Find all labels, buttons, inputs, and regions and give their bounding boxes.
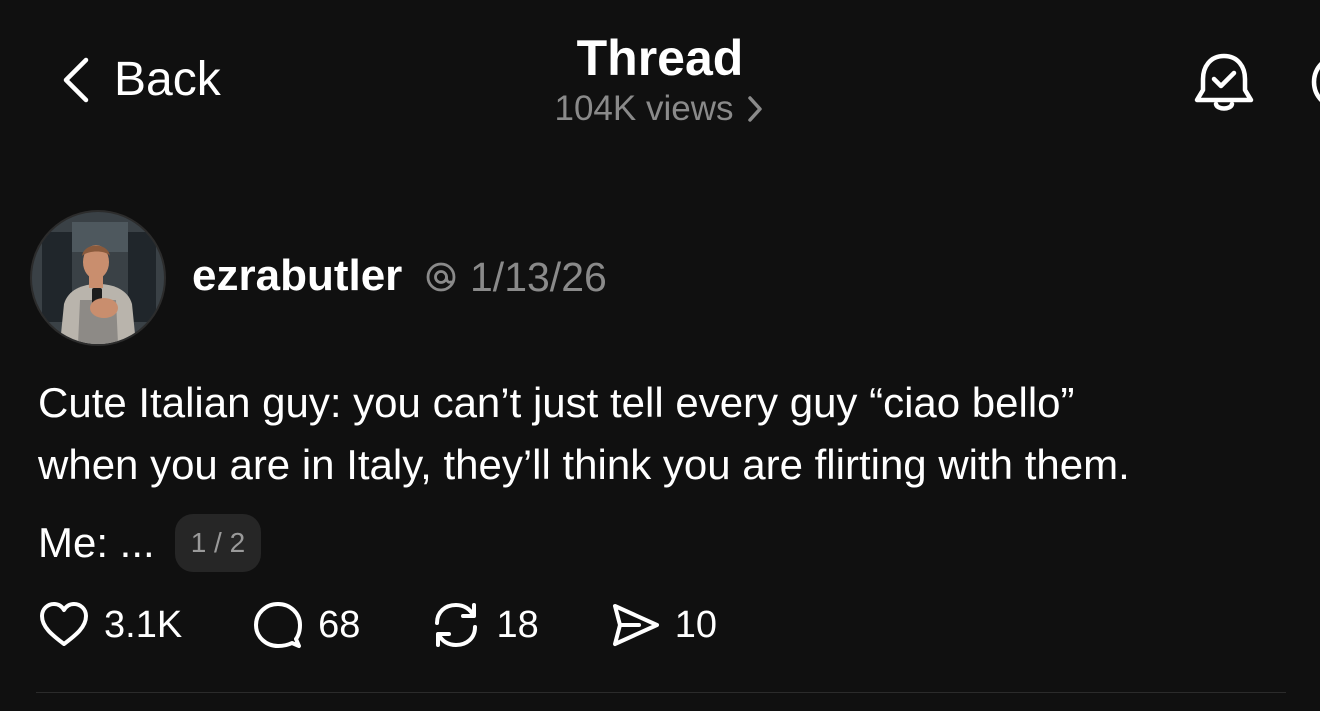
- more-options-button[interactable]: [1306, 48, 1320, 116]
- share-button[interactable]: 10: [609, 599, 717, 651]
- avatar-photo: [32, 212, 164, 344]
- post-text-last-line: Me: ... 1 / 2: [38, 512, 262, 574]
- post-text-line: Cute Italian guy: you can’t just tell ev…: [38, 379, 1075, 426]
- page-title: Thread: [576, 30, 744, 86]
- threads-logo-icon: [424, 260, 458, 294]
- thread-page-indicator[interactable]: 1 / 2: [174, 514, 262, 572]
- post-text: Cute Italian guy: you can’t just tell ev…: [38, 372, 1288, 496]
- like-button[interactable]: 3.1K: [38, 599, 182, 651]
- more-circle-icon: [1311, 62, 1320, 102]
- like-count: 3.1K: [104, 604, 183, 646]
- divider: [36, 692, 1286, 693]
- header-title-block: Thread 104K views: [460, 28, 860, 130]
- views-count: 104K views: [554, 89, 734, 128]
- share-count: 10: [674, 604, 718, 646]
- chevron-left-icon: [60, 56, 90, 104]
- chevron-right-icon: [745, 94, 765, 124]
- repost-button[interactable]: 18: [430, 599, 539, 651]
- back-button[interactable]: Back: [60, 52, 221, 108]
- reply-count: 68: [318, 604, 361, 646]
- repost-icon: [430, 599, 482, 651]
- comment-icon: [252, 599, 304, 651]
- views-link[interactable]: 104K views: [555, 88, 766, 130]
- post-date: 1/13/26: [470, 254, 607, 300]
- post-meta: 1/13/26: [424, 254, 607, 300]
- reply-button[interactable]: 68: [252, 599, 360, 651]
- repost-count: 18: [496, 604, 539, 646]
- thread-screen: Back Thread 104K views ezrabutler 1/13/2…: [0, 0, 1320, 711]
- post-text-line: Me: ...: [38, 519, 155, 566]
- heart-icon: [38, 599, 90, 651]
- username[interactable]: ezrabutler: [192, 250, 402, 302]
- send-icon: [609, 599, 661, 651]
- notify-bell-button[interactable]: [1190, 48, 1258, 116]
- post-actions: 3.1K 68 18 10: [38, 598, 717, 652]
- post-text-line: when you are in Italy, they’ll think you…: [38, 441, 1130, 488]
- bell-check-icon: [1194, 53, 1254, 111]
- back-label: Back: [114, 53, 221, 106]
- avatar[interactable]: [30, 210, 166, 346]
